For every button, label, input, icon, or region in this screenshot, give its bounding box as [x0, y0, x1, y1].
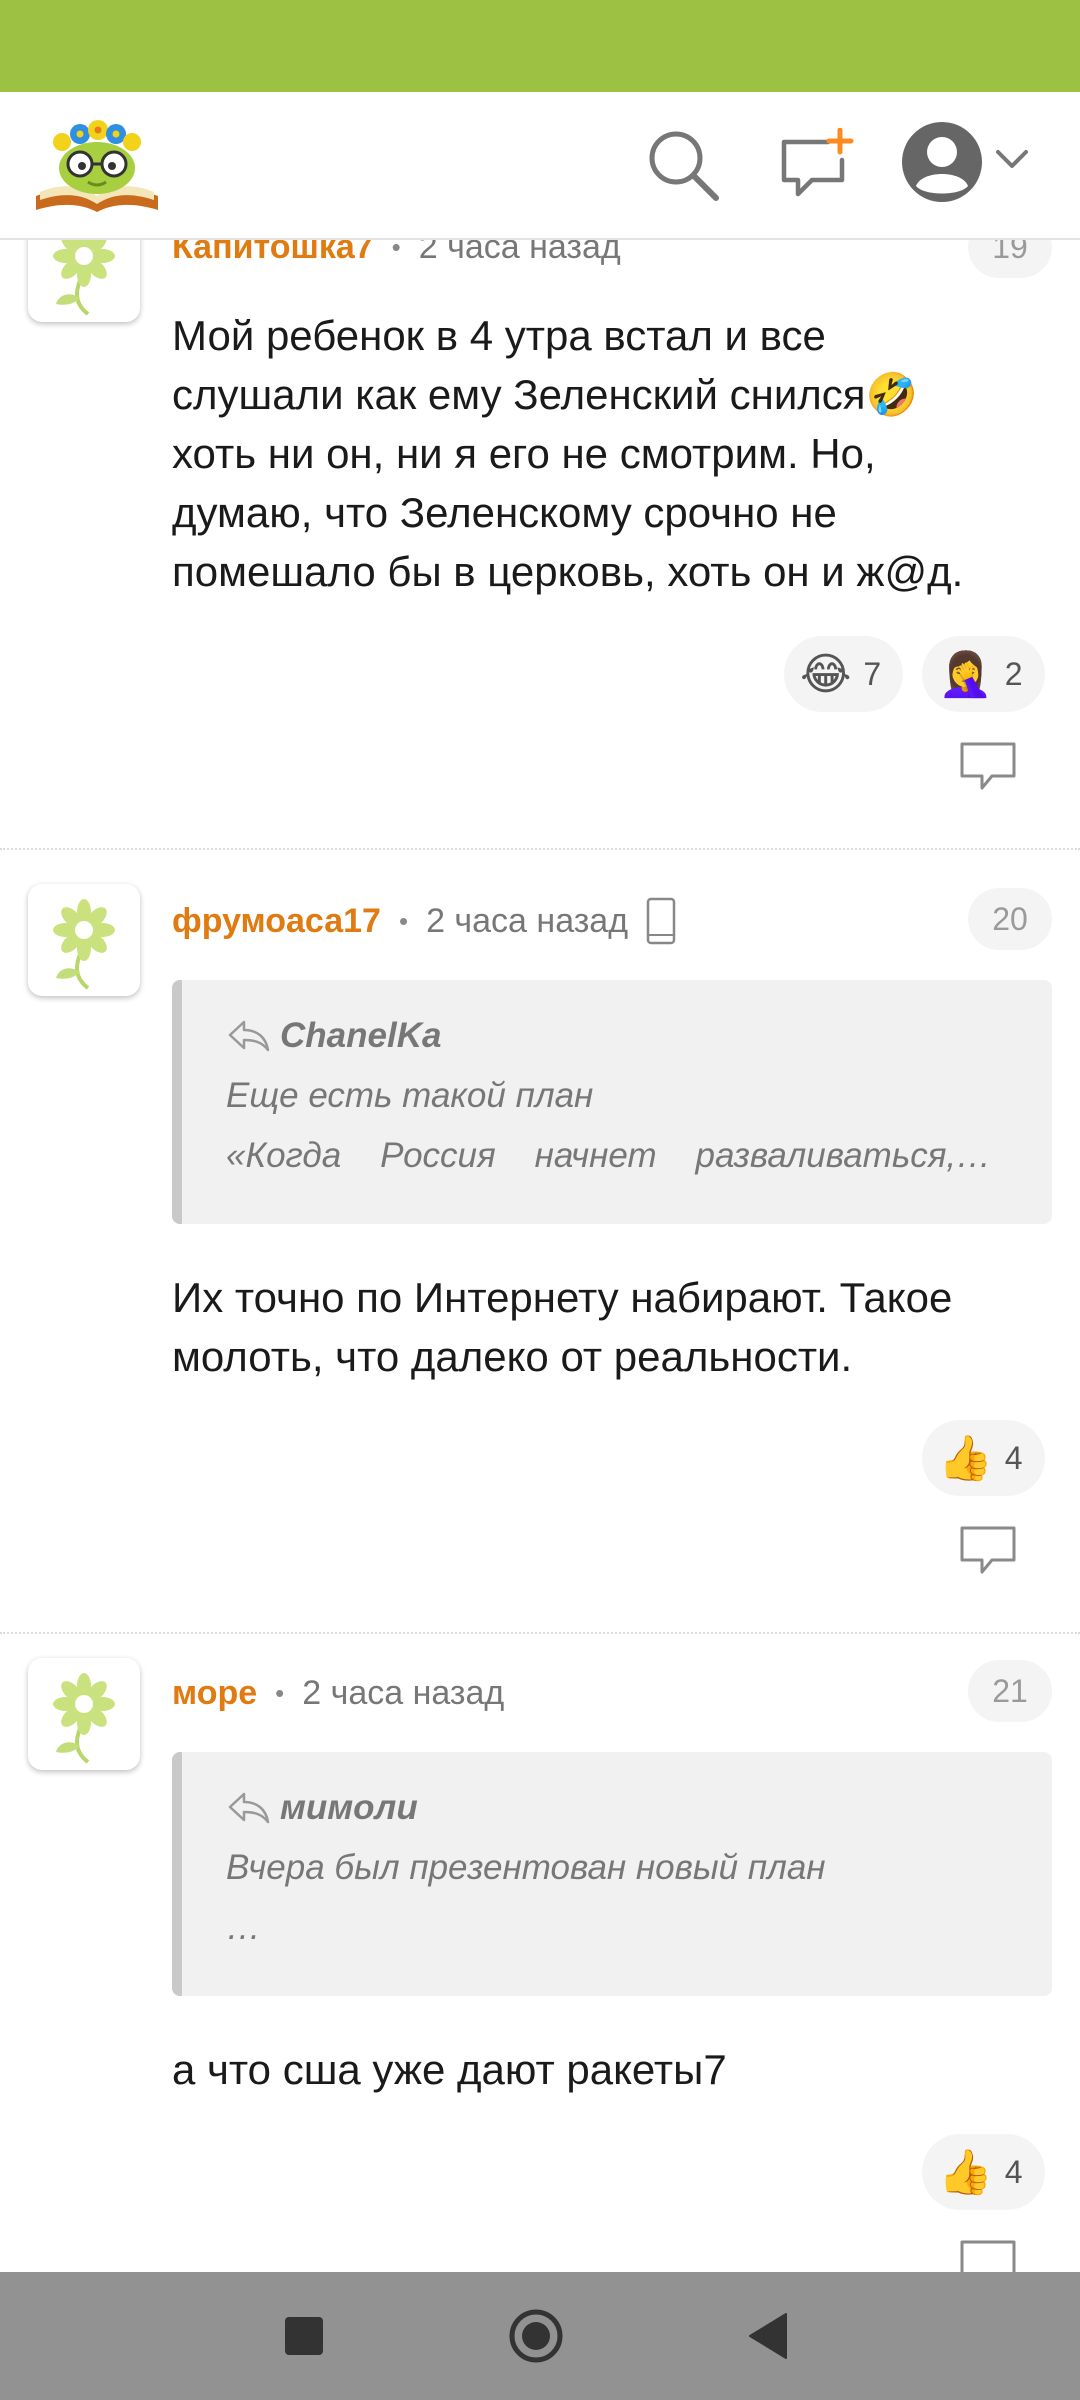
quoted-comment[interactable]: мимоли Вчера был презентован новый план …	[172, 1752, 1052, 1996]
search-icon[interactable]	[646, 128, 720, 202]
comment-divider	[0, 1632, 1080, 1634]
flower-avatar-icon	[53, 899, 115, 990]
comment-time: 2 часа назад	[426, 901, 629, 940]
comment-number[interactable]: 20	[968, 888, 1052, 950]
comment-meta: море • 2 часа назад	[172, 1668, 504, 1718]
mobile-device-icon	[646, 897, 676, 945]
reaction-laughing[interactable]: 😂 7	[784, 636, 904, 712]
author-name[interactable]: фрумоаса17	[172, 902, 381, 941]
thumbs-up-emoji-icon: 👍	[938, 1434, 993, 1483]
home-button[interactable]	[508, 2308, 564, 2364]
avatar[interactable]	[28, 884, 140, 996]
top-bar	[0, 92, 1080, 240]
quote-author: мимоли	[226, 1788, 418, 1828]
quote-text: Вчера был презентован новый план	[226, 1848, 826, 1887]
new-comment-icon[interactable]	[778, 128, 858, 202]
comment-text: Их точно по Интернету набирают. Такое мо…	[172, 1268, 1052, 1386]
facepalm-emoji-icon: 🤦‍♀️	[938, 650, 993, 699]
comment-text-line: хоть ни он, ни я его не смотрим. Но,	[172, 430, 876, 477]
reaction-count: 4	[1004, 2153, 1023, 2190]
system-navigation-bar	[0, 2272, 1080, 2400]
reply-arrow-icon	[228, 1020, 270, 1052]
comment-text-line: помешало бы в церковь, хоть он и ж@д.	[172, 548, 964, 595]
recent-apps-button[interactable]	[284, 2316, 324, 2356]
kids-reading-book-logo[interactable]	[32, 106, 162, 214]
separator-dot: •	[398, 905, 409, 936]
reaction-count: 4	[1004, 1439, 1023, 1476]
reply-arrow-icon	[228, 1792, 270, 1824]
thumbs-up-emoji-icon: 👍	[938, 2148, 993, 2197]
comment-text: а что сша уже дают ракеты7	[172, 2040, 1052, 2099]
comment-time: 2 часа назад	[302, 1673, 505, 1712]
reply-icon[interactable]	[958, 1524, 1018, 1576]
comment-text-line: молоть, что далеко от реальности.	[172, 1333, 853, 1380]
comment-text-line: Мой ребенок в 4 утра встал и все	[172, 312, 826, 359]
quote-text: «Когда Россия начнет разваливаться,…	[226, 1136, 992, 1175]
laughing-emoji-icon: 😂	[800, 649, 852, 699]
reply-icon[interactable]	[958, 740, 1018, 792]
comment-text-line: слушали как ему Зеленский снился🤣	[172, 371, 918, 418]
flower-avatar-icon	[53, 1673, 115, 1764]
author-name[interactable]: море	[172, 1674, 257, 1713]
comment-text: Мой ребенок в 4 утра встал и все слушали…	[172, 306, 1052, 601]
reaction-like[interactable]: 👍 4	[922, 2134, 1045, 2210]
back-button[interactable]	[748, 2312, 788, 2360]
reaction-count: 7	[863, 655, 882, 692]
quote-author: ChanelKa	[226, 1016, 441, 1056]
reaction-count: 2	[1004, 655, 1023, 692]
user-avatar-icon[interactable]	[900, 120, 984, 204]
comment-text-line: Их точно по Интернету набирают. Такое	[172, 1274, 953, 1321]
reaction-like[interactable]: 👍 4	[922, 1420, 1045, 1496]
comment-divider	[0, 848, 1080, 850]
chevron-down-icon[interactable]	[994, 142, 1030, 178]
comment-text-line: а что сша уже дают ракеты7	[172, 2046, 727, 2093]
comment-text-line: думаю, что Зеленскому срочно не	[172, 489, 837, 536]
quoted-comment[interactable]: ChanelKa Еще есть такой план «Когда Росс…	[172, 980, 1052, 1224]
comment-feed: Капитошка7 • 2 часа назад 19 Мой ребенок…	[0, 0, 1080, 2400]
avatar[interactable]	[28, 1658, 140, 1770]
reaction-facepalm[interactable]: 🤦‍♀️ 2	[922, 636, 1045, 712]
quote-text: …	[226, 1908, 261, 1947]
separator-dot: •	[275, 1677, 285, 1708]
quote-text: Еще есть такой план	[226, 1076, 594, 1115]
quote-author-name: ChanelKa	[280, 1016, 442, 1055]
quote-author-name: мимоли	[280, 1788, 418, 1827]
comment-meta: фрумоаса17 • 2 часа назад	[172, 896, 676, 946]
comment-number[interactable]: 21	[968, 1660, 1052, 1722]
